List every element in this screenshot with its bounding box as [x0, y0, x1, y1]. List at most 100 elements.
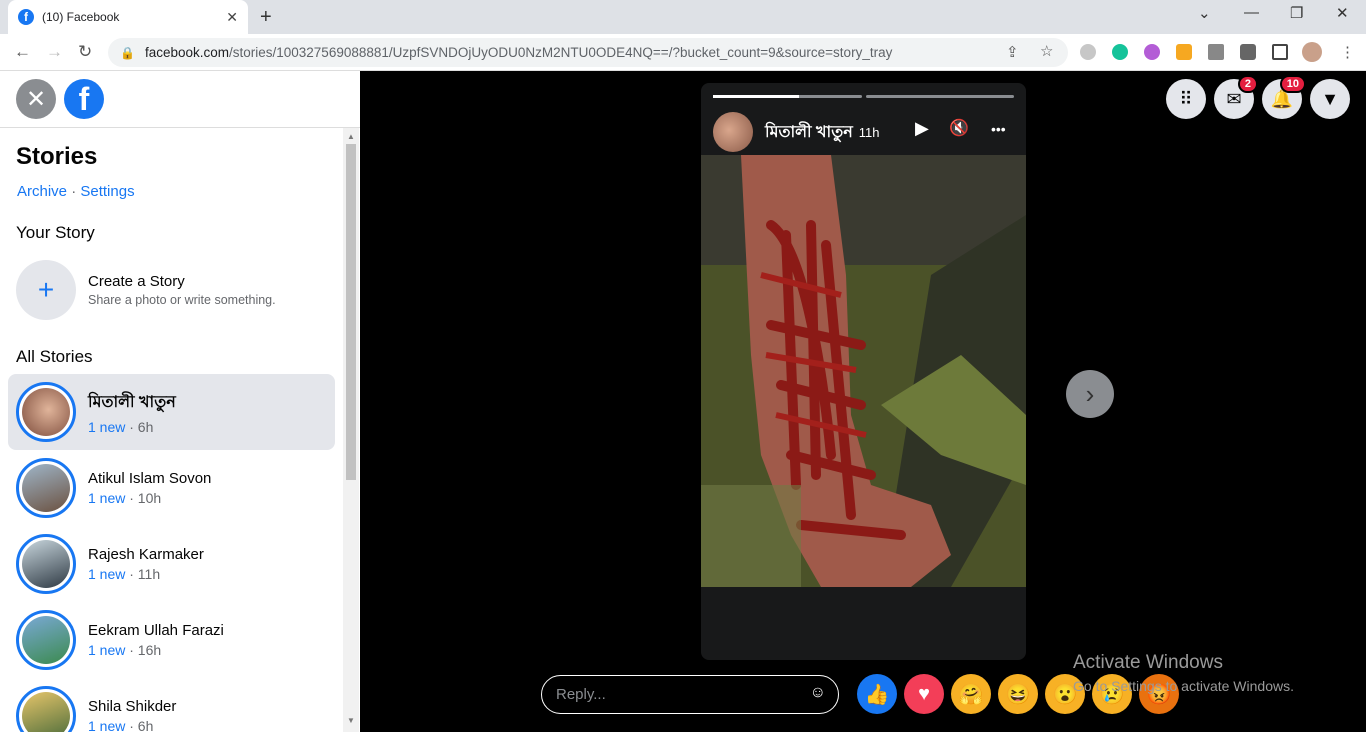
your-story-heading: Your Story [16, 223, 95, 242]
tab-search-icon[interactable]: ⌄ [1198, 4, 1211, 22]
story-card: মিতালী খাতুন 11h ▶ 🔇 ••• [701, 83, 1026, 660]
avatar [22, 388, 70, 436]
story-progress-bar [713, 95, 862, 98]
story-age: · 11h [125, 566, 161, 582]
reload-icon[interactable]: ↻ [78, 42, 92, 62]
sidebar-scrollbar[interactable]: ▲ ▼ [343, 128, 359, 732]
like-reaction-icon[interactable]: 👍 [857, 674, 897, 714]
watermark-title: Activate Windows [1073, 652, 1223, 673]
all-stories-heading: All Stories [16, 347, 93, 366]
reply-placeholder: Reply... [556, 686, 606, 703]
stories-sidebar: ✕ f Stories Archive · Settings Your Stor… [0, 71, 360, 732]
story-age: · 10h [125, 490, 162, 506]
create-story-button[interactable]: + Create a Story Share a photo or write … [16, 260, 276, 320]
notifications-badge: 10 [1279, 75, 1306, 93]
plus-icon: + [16, 260, 76, 320]
story-item[interactable]: Shila Shikder 1 new · 6h [8, 678, 335, 732]
new-count: 1 new [88, 566, 126, 582]
browser-tab[interactable]: f (10) Facebook ✕ [8, 0, 248, 34]
next-story-button[interactable]: › [1066, 370, 1114, 418]
haha-reaction-icon[interactable]: 😆 [998, 674, 1038, 714]
story-author-name: Eekram Ullah Farazi [88, 622, 224, 639]
extension-orange-icon[interactable] [1176, 44, 1192, 60]
extensions-puzzle-icon[interactable] [1240, 44, 1256, 60]
new-tab-button[interactable]: + [260, 6, 272, 29]
watermark-subtitle: Go to Settings to activate Windows. [1073, 678, 1294, 694]
new-count: 1 new [88, 419, 126, 435]
tab-close-icon[interactable]: ✕ [226, 9, 238, 26]
new-count: 1 new [88, 490, 126, 506]
scroll-down-icon[interactable]: ▼ [347, 716, 355, 725]
browser-tab-strip: f (10) Facebook ✕ + ⌄ — ❐ ✕ [0, 0, 1366, 34]
story-age: · 6h [125, 718, 154, 732]
scroll-thumb[interactable] [346, 144, 356, 480]
story-item[interactable]: মিতালী খাতুন 1 new · 6h [8, 374, 335, 450]
minimize-button[interactable]: — [1244, 4, 1259, 21]
back-icon[interactable]: ← [14, 42, 31, 62]
new-count: 1 new [88, 642, 126, 658]
bookmark-star-icon[interactable]: ☆ [1040, 42, 1053, 60]
messenger-badge: 2 [1237, 75, 1258, 93]
browser-toolbar: ← → ↻ 🔒 facebook.com/stories/10032756908… [0, 34, 1366, 71]
scroll-up-icon[interactable]: ▲ [347, 132, 355, 141]
address-bar[interactable]: 🔒 facebook.com/stories/100327569088881/U… [108, 38, 1068, 67]
story-item[interactable]: Rajesh Karmaker 1 new · 11h [8, 526, 335, 602]
story-time: 11h [858, 124, 880, 140]
extension-grammarly-icon[interactable] [1112, 44, 1128, 60]
chrome-menu-icon[interactable]: ⋮ [1340, 43, 1355, 61]
story-age: · 16h [125, 642, 162, 658]
mute-icon[interactable]: 🔇 [949, 118, 969, 138]
story-author-name: মিতালী খাতুন [88, 394, 176, 411]
story-age: · 6h [125, 419, 154, 435]
stories-links: Archive · Settings [17, 183, 135, 200]
maximize-button[interactable]: ❐ [1290, 4, 1303, 22]
more-options-icon[interactable]: ••• [991, 121, 1006, 137]
new-count: 1 new [88, 718, 126, 732]
create-story-title: Create a Story [88, 273, 185, 290]
story-item[interactable]: Atikul Islam Sovon 1 new · 10h [8, 450, 335, 526]
play-icon[interactable]: ▶ [915, 118, 929, 139]
settings-link[interactable]: Settings [80, 183, 134, 200]
story-progress-bar-next [866, 95, 1014, 98]
archive-link[interactable]: Archive [17, 183, 67, 200]
account-menu-chevron-icon[interactable]: ▼ [1310, 79, 1350, 119]
extension-vpn-icon[interactable] [1208, 44, 1224, 60]
forward-icon[interactable]: → [46, 42, 63, 62]
story-progress-fill [713, 95, 800, 98]
story-header: মিতালী খাতুন 11h [713, 112, 880, 152]
avatar [22, 616, 70, 664]
story-author-name: Rajesh Karmaker [88, 546, 204, 563]
lock-icon[interactable]: 🔒 [120, 46, 135, 60]
avatar [22, 464, 70, 512]
story-viewer: মিতালী খাতুন 11h ▶ 🔇 ••• › ⠿ ✉ 2 🔔 10 ▼ Re… [360, 71, 1366, 732]
url-host: facebook.com [144, 45, 229, 60]
url-path: /stories/100327569088881/UzpfSVNDOjUyODU… [229, 45, 893, 60]
sticker-icon[interactable]: ☺ [810, 684, 826, 702]
reply-input[interactable]: Reply... ☺ [541, 675, 839, 714]
facebook-logo[interactable]: f [64, 79, 104, 119]
windows-activation-watermark: Activate Windows Go to Settings to activ… [1073, 652, 1294, 694]
story-author-name: Atikul Islam Sovon [88, 470, 212, 487]
menu-grid-icon[interactable]: ⠿ [1166, 79, 1206, 119]
notifications-bell-icon[interactable]: 🔔 10 [1262, 75, 1306, 119]
love-reaction-icon[interactable]: ♥ [904, 674, 944, 714]
share-icon[interactable]: ⇪ [1006, 43, 1019, 61]
window-close-button[interactable]: ✕ [1336, 4, 1349, 22]
care-reaction-icon[interactable]: 🤗 [951, 674, 991, 714]
extension-color-icon[interactable] [1144, 44, 1160, 60]
create-story-subtitle: Share a photo or write something. [88, 293, 276, 307]
facebook-favicon-icon: f [18, 9, 34, 25]
story-item[interactable]: Eekram Ullah Farazi 1 new · 16h [8, 602, 335, 678]
profile-avatar[interactable] [1302, 42, 1322, 62]
tab-title: (10) Facebook [42, 10, 120, 24]
avatar[interactable] [713, 112, 753, 152]
close-stories-button[interactable]: ✕ [16, 79, 56, 119]
side-panel-icon[interactable] [1272, 44, 1288, 60]
extension-globe-icon[interactable] [1080, 44, 1096, 60]
story-author-name: Shila Shikder [88, 698, 177, 715]
messenger-icon[interactable]: ✉ 2 [1214, 75, 1258, 119]
story-author[interactable]: মিতালী খাতুন [765, 119, 853, 146]
story-photo [701, 155, 1026, 587]
page-title: Stories [16, 143, 98, 170]
sidebar-header: ✕ f [0, 71, 360, 128]
